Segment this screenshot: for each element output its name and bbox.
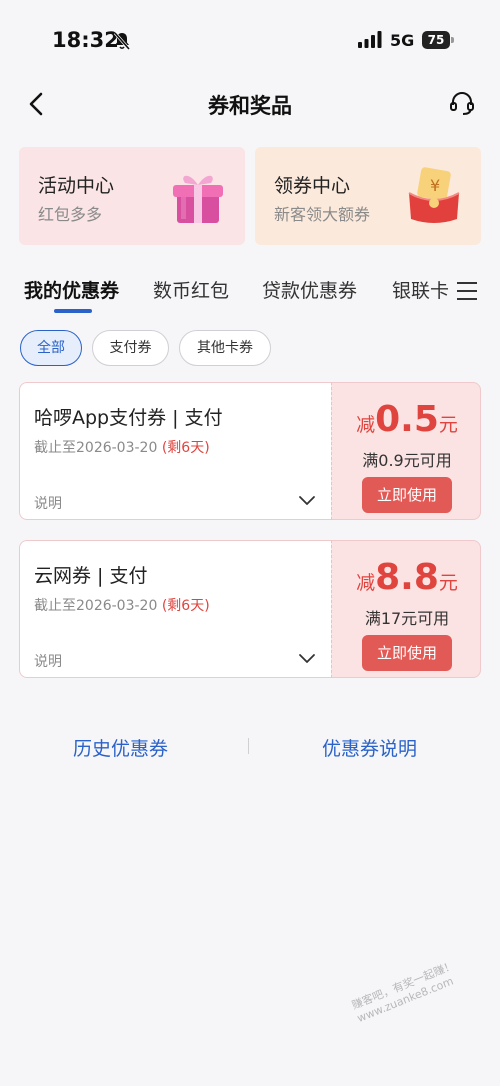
page-title: 券和奖品 bbox=[208, 94, 292, 118]
battery-level: 75 bbox=[422, 31, 450, 49]
svg-text:¥: ¥ bbox=[430, 176, 440, 195]
filter-payment-coupons[interactable]: 支付券 bbox=[92, 330, 169, 366]
coupon-value-panel: 减8.8元 满17元可用 立即使用 bbox=[331, 540, 481, 678]
coupon-title: 哈啰App支付券 | 支付 bbox=[34, 407, 223, 429]
bottom-links: 历史优惠券 优惠券说明 bbox=[0, 730, 500, 764]
tab-my-coupons[interactable]: 我的优惠券 bbox=[24, 276, 119, 303]
activity-center-subtitle: 红包多多 bbox=[38, 205, 103, 224]
customer-service-icon[interactable] bbox=[448, 90, 476, 118]
coupon-info: 云网券 | 支付 截止至2026-03-20 (剩6天) 说明 bbox=[19, 540, 331, 678]
coupon-tabs: 我的优惠券 数币红包 贷款优惠券 银联卡 bbox=[0, 272, 500, 318]
nav-bar: 券和奖品 bbox=[0, 80, 500, 128]
chevron-down-icon[interactable] bbox=[298, 495, 316, 507]
coupon-card: 云网券 | 支付 截止至2026-03-20 (剩6天) 说明 减8.8元 满1… bbox=[19, 540, 481, 678]
coupon-expiry: 截止至2026-03-20 (剩6天) bbox=[34, 598, 210, 614]
coupon-condition: 满0.9元可用 bbox=[362, 451, 452, 470]
history-coupons-link[interactable]: 历史优惠券 bbox=[73, 734, 168, 761]
coupon-center-title: 领券中心 bbox=[274, 175, 351, 197]
network-type: 5G bbox=[390, 31, 415, 50]
coupon-value-panel: 减0.5元 满0.9元可用 立即使用 bbox=[331, 382, 481, 520]
coupon-description-label[interactable]: 说明 bbox=[34, 651, 62, 671]
mute-bell-icon bbox=[113, 32, 131, 50]
status-time: 18:32 bbox=[52, 28, 119, 52]
coupon-expiry: 截止至2026-03-20 (剩6天) bbox=[34, 440, 210, 456]
filter-other-coupons[interactable]: 其他卡券 bbox=[179, 330, 271, 366]
coupon-amount-value: 8.8 bbox=[375, 557, 439, 598]
coupon-amount: 减0.5元 bbox=[356, 399, 458, 440]
coupon-remaining-days: (剩6天) bbox=[161, 598, 210, 614]
activity-center-card[interactable]: 活动中心 红包多多 bbox=[19, 147, 245, 245]
filter-all[interactable]: 全部 bbox=[20, 330, 82, 366]
link-divider bbox=[248, 738, 249, 754]
tab-loan-coupons[interactable]: 贷款优惠券 bbox=[262, 276, 357, 303]
battery-icon: 75 bbox=[422, 31, 454, 49]
coupon-explanation-link[interactable]: 优惠券说明 bbox=[322, 734, 417, 761]
red-envelope-icon: ¥ bbox=[408, 167, 460, 223]
coupon-center-card[interactable]: 领券中心 新客领大额券 ¥ bbox=[255, 147, 481, 245]
gift-box-icon bbox=[173, 175, 223, 223]
coupon-remaining-days: (剩6天) bbox=[161, 440, 210, 456]
signal-icon bbox=[358, 31, 382, 48]
use-now-button[interactable]: 立即使用 bbox=[362, 635, 452, 671]
coupon-amount-value: 0.5 bbox=[375, 399, 439, 440]
menu-icon[interactable] bbox=[456, 280, 478, 302]
filter-chips: 全部 支付券 其他卡券 bbox=[0, 330, 500, 368]
active-tab-indicator bbox=[54, 309, 92, 313]
coupon-amount: 减8.8元 bbox=[356, 557, 458, 598]
watermark: 赚客吧，有奖一起赚！ www.zuanke8.com bbox=[350, 958, 457, 1026]
status-bar: 18:32 5G 75 bbox=[0, 0, 500, 80]
coupon-info: 哈啰App支付券 | 支付 截止至2026-03-20 (剩6天) 说明 bbox=[19, 382, 331, 520]
tab-digital-red-packet[interactable]: 数币红包 bbox=[153, 276, 229, 303]
chevron-down-icon[interactable] bbox=[298, 653, 316, 665]
coupon-title: 云网券 | 支付 bbox=[34, 565, 148, 587]
coupon-description-label[interactable]: 说明 bbox=[34, 493, 62, 513]
coupon-center-subtitle: 新客领大额券 bbox=[274, 205, 371, 224]
activity-center-title: 活动中心 bbox=[38, 175, 115, 197]
use-now-button[interactable]: 立即使用 bbox=[362, 477, 452, 513]
coupon-condition: 满17元可用 bbox=[364, 609, 450, 628]
tab-unionpay-card[interactable]: 银联卡 bbox=[392, 276, 449, 303]
coupon-card: 哈啰App支付券 | 支付 截止至2026-03-20 (剩6天) 说明 减0.… bbox=[19, 382, 481, 520]
